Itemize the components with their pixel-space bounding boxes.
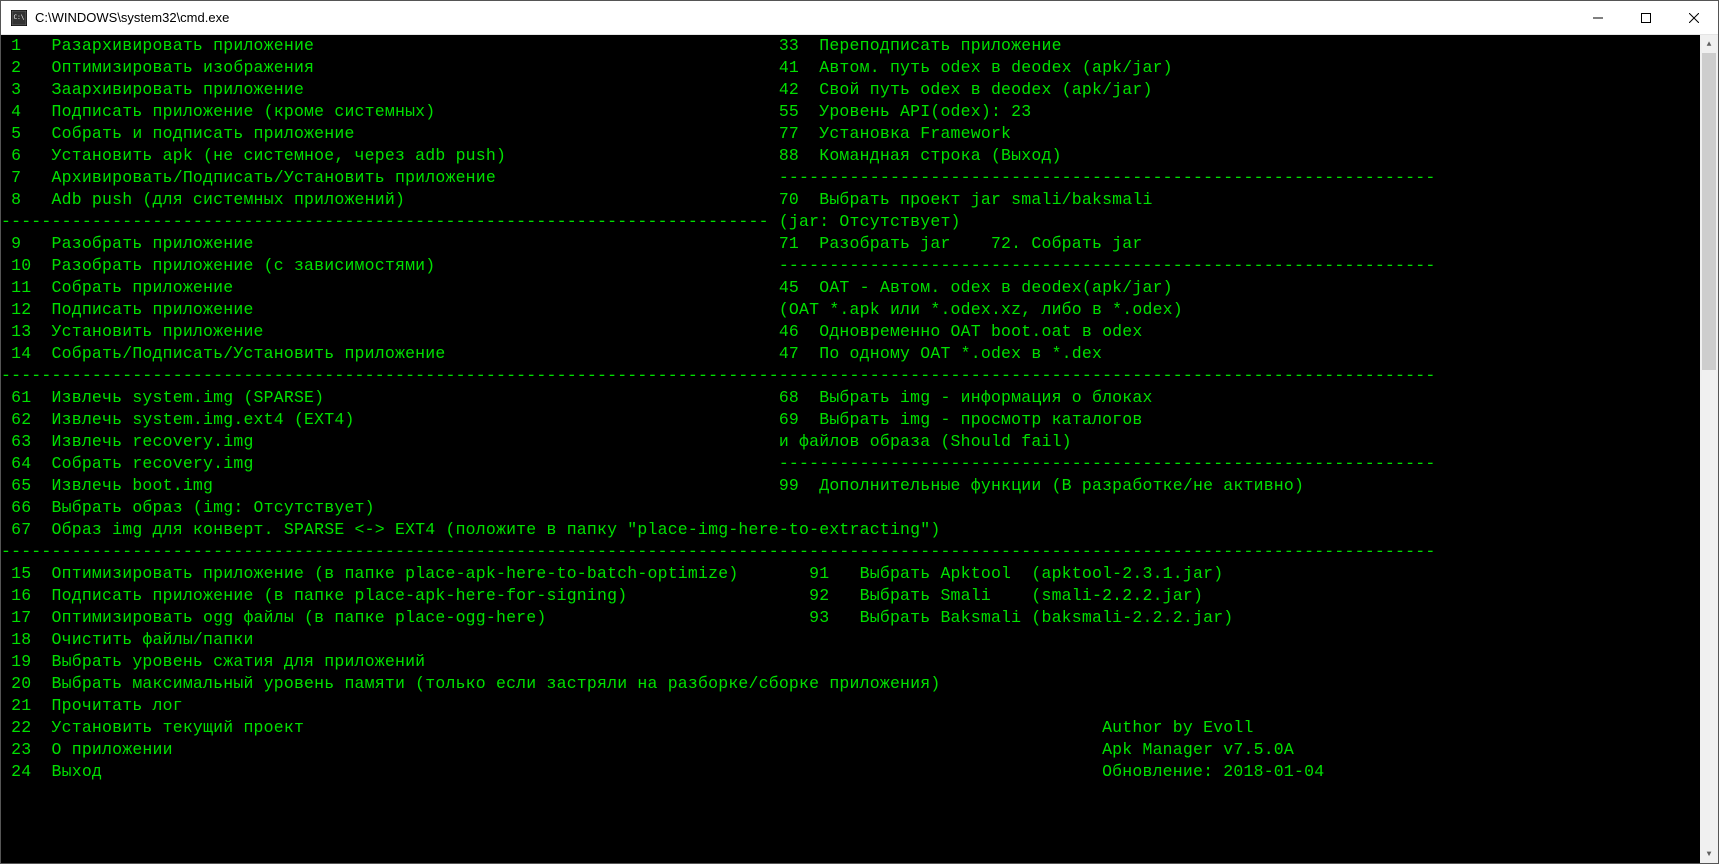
scrollbar[interactable]: ▲ ▼ <box>1700 35 1718 863</box>
minimize-button[interactable] <box>1574 1 1622 34</box>
scroll-track[interactable] <box>1700 53 1718 845</box>
svg-text:C:\: C:\ <box>14 14 25 21</box>
titlebar[interactable]: C:\ C:\WINDOWS\system32\cmd.exe <box>1 1 1718 35</box>
scroll-down-arrow[interactable]: ▼ <box>1700 845 1718 863</box>
cmd-window: C:\ C:\WINDOWS\system32\cmd.exe 1 Разарх… <box>0 0 1719 864</box>
scroll-thumb[interactable] <box>1702 53 1716 370</box>
window-controls <box>1574 1 1718 34</box>
window-title: C:\WINDOWS\system32\cmd.exe <box>35 10 1574 25</box>
close-button[interactable] <box>1670 1 1718 34</box>
cmd-icon: C:\ <box>11 10 27 26</box>
terminal-output[interactable]: 1 Разархивировать приложение 33 Переподп… <box>1 35 1700 863</box>
maximize-button[interactable] <box>1622 1 1670 34</box>
scroll-up-arrow[interactable]: ▲ <box>1700 35 1718 53</box>
terminal-area: 1 Разархивировать приложение 33 Переподп… <box>1 35 1718 863</box>
